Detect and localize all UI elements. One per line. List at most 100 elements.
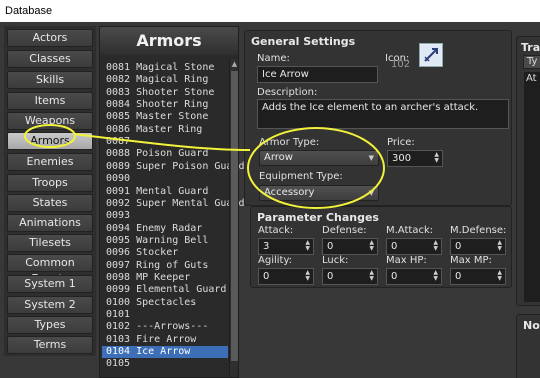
chevron-down-icon: ▼ — [368, 189, 374, 197]
param-value: 0 — [263, 271, 270, 282]
database-window: Actors Classes Skills Items Weapons Armo… — [0, 22, 540, 378]
param-value: 0 — [391, 241, 398, 252]
scroll-up-arrow-icon[interactable]: ▲ — [230, 59, 239, 69]
armor-list-item[interactable]: 0100 Spectacles — [102, 297, 228, 309]
armor-list-item[interactable]: 0095 Warning Bell — [102, 235, 228, 247]
chevron-down-icon: ▼ — [368, 154, 374, 162]
category-terms[interactable]: Terms — [7, 336, 93, 354]
ice-arrow-icon[interactable] — [419, 43, 443, 67]
armor-list-item[interactable]: 0099 Elemental Guard — [102, 284, 228, 296]
window-titlebar: Database — [0, 0, 540, 22]
armor-type-value: Arrow — [264, 152, 293, 163]
armor-type-label: Armor Type: — [259, 137, 320, 148]
param-input[interactable]: 0 ▲ ▼ — [386, 238, 442, 255]
category-troops[interactable]: Troops — [7, 174, 93, 192]
param-value: 0 — [455, 241, 462, 252]
spinner-arrows-icon[interactable]: ▲ ▼ — [433, 270, 438, 282]
icon-index: 102 — [391, 59, 411, 70]
price-input[interactable]: 300 ▲ ▼ — [387, 150, 443, 167]
category-skills[interactable]: Skills — [7, 71, 93, 89]
armor-list-item[interactable]: 0085 Master Stone — [102, 111, 228, 123]
category-armors[interactable]: Armors — [7, 132, 93, 150]
equipment-type-label: Equipment Type: — [259, 171, 343, 182]
armor-type-select[interactable]: Arrow ▼ — [259, 150, 379, 166]
param-label: Agility: — [258, 255, 293, 266]
armor-list-item[interactable]: 0105 — [102, 358, 228, 370]
spinner-arrows-icon[interactable]: ▲ ▼ — [497, 270, 502, 282]
category-weapons[interactable]: Weapons — [7, 112, 93, 130]
param-label: Luck: — [322, 255, 349, 266]
param-input[interactable]: 0 ▲ ▼ — [450, 238, 506, 255]
armors-list-panel: Armors 0081 Magical Stone 0082 Magical Ri… — [99, 26, 244, 378]
category-system-2[interactable]: System 2 — [7, 296, 93, 314]
description-label: Description: — [257, 87, 318, 98]
param-label: Defense: — [322, 225, 367, 236]
category-states[interactable]: States — [7, 194, 93, 212]
armor-list-item[interactable]: 0104 Ice Arrow — [102, 346, 228, 359]
general-settings-panel: General Settings Name: Ice Arrow Icon: 1… — [244, 30, 512, 206]
traits-panel: Trai Ty At — [516, 36, 540, 306]
armor-list-item[interactable]: 0102 ---Arrows--- — [102, 321, 228, 333]
param-input[interactable]: 0 ▲ ▼ — [322, 238, 378, 255]
name-input[interactable]: Ice Arrow — [257, 66, 378, 83]
spinner-arrows-icon[interactable]: ▲ ▼ — [497, 240, 502, 252]
parameter-changes-panel: Parameter Changes Attack: 3 ▲ ▼ Defense: 0 ▲ ▼ M… — [250, 206, 512, 288]
param-input[interactable]: 0 ▲ ▼ — [450, 268, 506, 285]
armor-list-item[interactable]: 0081 Magical Stone — [102, 62, 228, 74]
category-classes[interactable]: Classes — [7, 50, 93, 68]
description-input[interactable]: Adds the Ice element to an archer's atta… — [257, 99, 509, 129]
armor-list-item[interactable]: 0089 Super Poison Guard — [102, 161, 244, 173]
spinner-arrows-icon[interactable]: ▲ ▼ — [305, 270, 310, 282]
armor-list-item[interactable]: 0094 Enemy Radar — [102, 223, 228, 235]
armor-list-item[interactable]: 0084 Shooter Ring — [102, 99, 228, 111]
name-label: Name: — [257, 53, 290, 64]
equipment-type-value: Accessory — [264, 187, 315, 198]
armor-list-item[interactable]: 0086 Master Ring — [102, 124, 228, 136]
equipment-type-select[interactable]: Accessory ▼ — [259, 185, 379, 201]
note-panel: Note — [516, 314, 540, 378]
param-value: 0 — [327, 241, 334, 252]
category-animations[interactable]: Animations — [7, 214, 93, 232]
armor-list-item[interactable]: 0097 Ring of Guts — [102, 260, 228, 272]
armor-list-item[interactable]: 0090 — [102, 173, 228, 185]
category-actors[interactable]: Actors — [7, 29, 93, 47]
spinner-arrows-icon[interactable]: ▲ ▼ — [305, 240, 310, 252]
general-settings-title: General Settings — [251, 35, 356, 48]
armor-list-item[interactable]: 0096 Stocker — [102, 247, 228, 259]
param-label: Max MP: — [450, 255, 492, 266]
category-types[interactable]: Types — [7, 316, 93, 334]
spinner-arrows-icon[interactable]: ▲ ▼ — [434, 152, 439, 164]
param-input[interactable]: 0 ▲ ▼ — [258, 268, 314, 285]
armor-list-item[interactable]: 0088 Poison Guard — [102, 148, 228, 160]
spinner-arrows-icon[interactable]: ▲ ▼ — [369, 240, 374, 252]
category-items[interactable]: Items — [7, 92, 93, 110]
armor-list-item[interactable]: 0101 — [102, 309, 228, 321]
traits-row[interactable]: At — [526, 73, 537, 84]
param-input[interactable]: 0 ▲ ▼ — [322, 268, 378, 285]
param-input[interactable]: 0 ▲ ▼ — [386, 268, 442, 285]
category-enemies[interactable]: Enemies — [7, 153, 93, 171]
category-common-events[interactable]: Common Events — [7, 254, 93, 285]
parameter-changes-title: Parameter Changes — [257, 211, 379, 224]
armor-list-item[interactable]: 0098 MP Keeper — [102, 272, 228, 284]
armor-list-item[interactable]: 0083 Shooter Stone — [102, 87, 228, 99]
armor-list-item[interactable]: 0091 Mental Guard — [102, 186, 228, 198]
spinner-arrows-icon[interactable]: ▲ ▼ — [433, 240, 438, 252]
armors-list-scrollbar[interactable]: ▲ — [229, 59, 238, 377]
armors-list-title: Armors — [100, 27, 238, 55]
price-label: Price: — [387, 137, 415, 148]
category-tilesets[interactable]: Tilesets — [7, 234, 93, 252]
armor-list-item[interactable]: 0087 — [102, 136, 228, 148]
param-value: 3 — [263, 241, 270, 252]
traits-table[interactable]: At — [523, 71, 540, 303]
param-input[interactable]: 3 ▲ ▼ — [258, 238, 314, 255]
param-label: Max HP: — [386, 255, 427, 266]
armor-list-item[interactable]: 0093 — [102, 210, 228, 222]
armor-list-item[interactable]: 0092 Super Mental Guard — [102, 198, 244, 210]
param-value: 0 — [327, 271, 334, 282]
category-system-1[interactable]: System 1 — [7, 275, 93, 293]
scroll-thumb[interactable] — [231, 71, 238, 361]
armor-list-item[interactable]: 0103 Fire Arrow — [102, 334, 228, 346]
armor-list-item[interactable]: 0082 Magical Ring — [102, 74, 228, 86]
spinner-arrows-icon[interactable]: ▲ ▼ — [369, 270, 374, 282]
